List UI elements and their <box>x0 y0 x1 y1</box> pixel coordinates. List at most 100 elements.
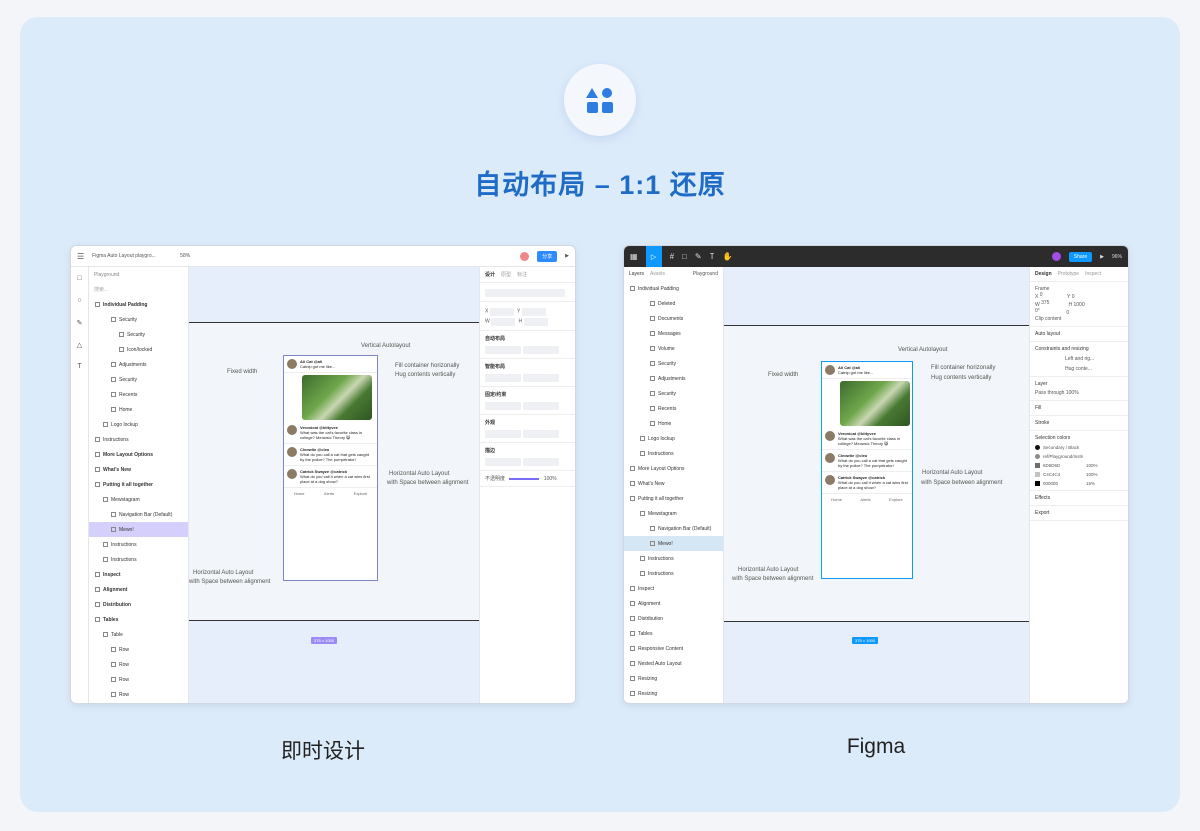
text-tool-icon[interactable]: T <box>71 363 88 385</box>
layer-item[interactable]: Adjustments <box>89 357 188 372</box>
layer-item[interactable]: Navigation Bar (Default) <box>624 521 723 536</box>
layer-item[interactable]: Row <box>89 657 188 672</box>
figma-phone-frame[interactable]: Ali Cat @ali Catnip got me like... Veronic… <box>821 361 913 579</box>
play-icon[interactable]: ▶ <box>565 253 569 259</box>
layer-item[interactable]: Recents <box>89 387 188 402</box>
file-name[interactable]: Figma Auto Layout playgro... <box>92 253 172 259</box>
constraint-v[interactable]: Hug conte... <box>1065 366 1123 372</box>
layer-item[interactable]: Tables <box>89 612 188 627</box>
layer-item[interactable]: Logo lockup <box>624 431 723 446</box>
layer-item[interactable]: Security <box>89 312 188 327</box>
search-input[interactable]: 搜索... <box>89 282 188 297</box>
section-外观[interactable]: 外观 <box>480 415 575 443</box>
triangle-tool-icon[interactable]: △ <box>71 341 88 363</box>
section-layer[interactable]: Layer Pass through 100% <box>1030 377 1128 401</box>
frame-tool-icon[interactable]: □ <box>71 275 88 297</box>
layer-item[interactable]: More Layout Options <box>624 461 723 476</box>
tab-2[interactable]: 标注 <box>517 271 527 278</box>
layer-item[interactable]: Security <box>89 372 188 387</box>
section-export[interactable]: Export <box>1030 506 1128 521</box>
tab-1[interactable]: 原型 <box>501 271 511 278</box>
layer-item[interactable]: Logo lockup <box>89 417 188 432</box>
layer-item[interactable]: Putting it all together <box>624 491 723 506</box>
layer-item[interactable]: Instructions <box>624 446 723 461</box>
layer-item[interactable]: Row <box>89 672 188 687</box>
tab-0[interactable]: 设计 <box>485 271 495 278</box>
tab-home[interactable]: Home <box>294 491 305 496</box>
layer-item[interactable]: Responsive Content <box>624 641 723 656</box>
layer-item[interactable]: Instructions <box>624 566 723 581</box>
tweet[interactable]: Ali Cat @ali Catnip got me like... <box>284 356 377 373</box>
tab-explore[interactable]: Explore <box>354 491 368 496</box>
page-name[interactable]: Playground <box>89 267 188 282</box>
hand-tool-icon[interactable]: ✋ <box>722 252 732 261</box>
layers-tab-0[interactable]: Layers <box>629 271 644 277</box>
tweet[interactable]: Veronicat @kittyvee What was the cat's fa… <box>822 428 912 450</box>
tab-home[interactable]: Home <box>831 497 842 502</box>
layer-item[interactable]: Alignment <box>89 582 188 597</box>
pen-tool-icon[interactable]: ✎ <box>71 319 88 341</box>
section-自动布局[interactable]: 自动布局 <box>480 331 575 359</box>
section-fill[interactable]: Fill <box>1030 401 1128 416</box>
layer-item[interactable]: Row <box>89 687 188 702</box>
layer-item[interactable]: Instructions <box>89 552 188 567</box>
layer-item[interactable]: Messages <box>624 326 723 341</box>
section-固定/约束[interactable]: 固定/约束 <box>480 387 575 415</box>
y-field[interactable] <box>521 308 546 316</box>
layer-item[interactable]: Home <box>89 402 188 417</box>
shape-tool-icon[interactable]: □ <box>682 252 687 261</box>
ellipse-tool-icon[interactable]: ○ <box>71 297 88 319</box>
share-button[interactable]: 分享 <box>537 250 558 262</box>
tweet[interactable]: Catrick Swayze @catrick What do you call … <box>284 466 377 488</box>
phone-frame[interactable]: Ali Cat @ali Catnip got me like... Veronic… <box>283 355 378 581</box>
layer-item[interactable]: Mewstagram <box>89 492 188 507</box>
layer-item[interactable]: Documents <box>624 311 723 326</box>
layer-item[interactable]: What's New <box>89 462 188 477</box>
layer-item[interactable]: Navigation Bar (Default) <box>89 507 188 522</box>
layer-item[interactable]: Icon/locked <box>89 342 188 357</box>
figma-play-icon[interactable]: ▶ <box>1100 254 1104 260</box>
layer-item[interactable]: Table <box>89 627 188 642</box>
tab-2[interactable]: Inspect <box>1085 271 1101 277</box>
h-field[interactable] <box>523 318 548 326</box>
layer-item[interactable]: Adjustments <box>624 371 723 386</box>
frame-tool-icon[interactable]: # <box>670 252 674 261</box>
layer-item[interactable]: Inspect <box>624 581 723 596</box>
avatar[interactable] <box>520 251 530 261</box>
menu-icon[interactable]: ☰ <box>77 252 84 261</box>
figma-avatar[interactable] <box>1051 252 1061 261</box>
layer-item[interactable]: More Layout Options <box>89 447 188 462</box>
figma-menu-icon[interactable]: ▦ <box>630 252 638 261</box>
layer-item[interactable]: Instructions <box>624 551 723 566</box>
layer-item[interactable]: Resizing <box>624 671 723 686</box>
layer-item[interactable]: Instructions <box>89 432 188 447</box>
layer-item[interactable]: Putting it all together <box>89 477 188 492</box>
layer-item[interactable]: Distribution <box>624 611 723 626</box>
layer-item[interactable]: Alignment <box>624 596 723 611</box>
color-row[interactable]: 000000 15% <box>1035 481 1123 486</box>
constraint-h[interactable]: Left and rig... <box>1065 356 1123 362</box>
tweet[interactable]: Cleowlie @cleo What do you call a cat tha… <box>822 450 912 472</box>
w-field[interactable] <box>491 318 516 326</box>
tweet[interactable]: Cleowlie @cleo What do you call a cat tha… <box>284 444 377 466</box>
canvas[interactable]: Vertical Autolayout Fixed width Fill con… <box>189 267 479 703</box>
layer-item[interactable]: Mewstagram <box>624 506 723 521</box>
layer-item[interactable]: Mewo! <box>624 536 723 551</box>
layer-item[interactable]: Inspect <box>89 567 188 582</box>
tab-0[interactable]: Design <box>1035 271 1052 277</box>
tweet[interactable]: Catrick Swayze @catrick What do you call … <box>822 472 912 494</box>
section-constraints-and-resizing[interactable]: Constraints and resizing Left and rig... H… <box>1030 342 1128 377</box>
tweet[interactable]: Ali Cat @ali Catnip got me like... <box>822 362 912 379</box>
text-tool-icon[interactable]: T <box>710 252 715 261</box>
tab-alerts[interactable]: Alerts <box>324 491 334 496</box>
section-auto-layout[interactable]: Auto layout <box>1030 327 1128 342</box>
layer-item[interactable]: What's New <box>624 476 723 491</box>
page-name[interactable]: Playground <box>693 271 718 277</box>
layer-item[interactable]: Tables <box>624 626 723 641</box>
figma-zoom[interactable]: 96% <box>1112 254 1122 260</box>
color-row[interactable]: ref/Playground/Instructions <box>1035 454 1123 459</box>
section-描边[interactable]: 描边 <box>480 443 575 471</box>
layer-item[interactable]: Security <box>624 356 723 371</box>
figma-canvas[interactable]: Vertical Autolayout Fixed width Fill con… <box>724 267 1029 703</box>
layer-blend[interactable]: Pass through 100% <box>1035 390 1123 396</box>
